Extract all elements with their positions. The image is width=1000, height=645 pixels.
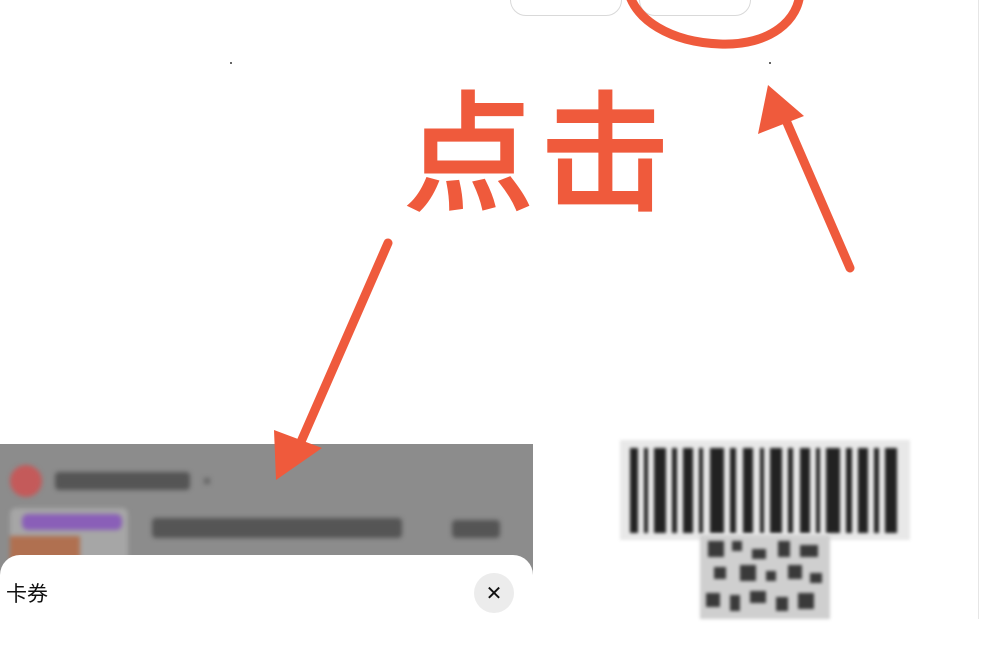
blurred-badge (22, 514, 122, 530)
arrow-up-head (758, 85, 804, 134)
avatar (10, 465, 42, 497)
page-right-border (978, 0, 979, 619)
top-button-left[interactable] (510, 0, 622, 16)
blurred-dot (204, 478, 210, 484)
divider-speck-left (230, 62, 232, 64)
blurred-description (152, 518, 402, 538)
barcode (620, 440, 910, 540)
arrow-down-shaft (295, 238, 393, 449)
arrow-up-shaft (780, 113, 855, 273)
blurred-username (55, 472, 190, 490)
close-button[interactable]: ✕ (474, 573, 514, 613)
blurred-price (452, 520, 500, 538)
qr-code (700, 535, 830, 619)
top-button-right[interactable] (639, 0, 751, 16)
divider-speck-right (769, 62, 771, 64)
annotation-text: 点击 (405, 81, 678, 230)
close-icon: ✕ (485, 581, 503, 605)
sheet-title: 卡券 (6, 582, 48, 606)
bottom-sheet (0, 555, 533, 645)
